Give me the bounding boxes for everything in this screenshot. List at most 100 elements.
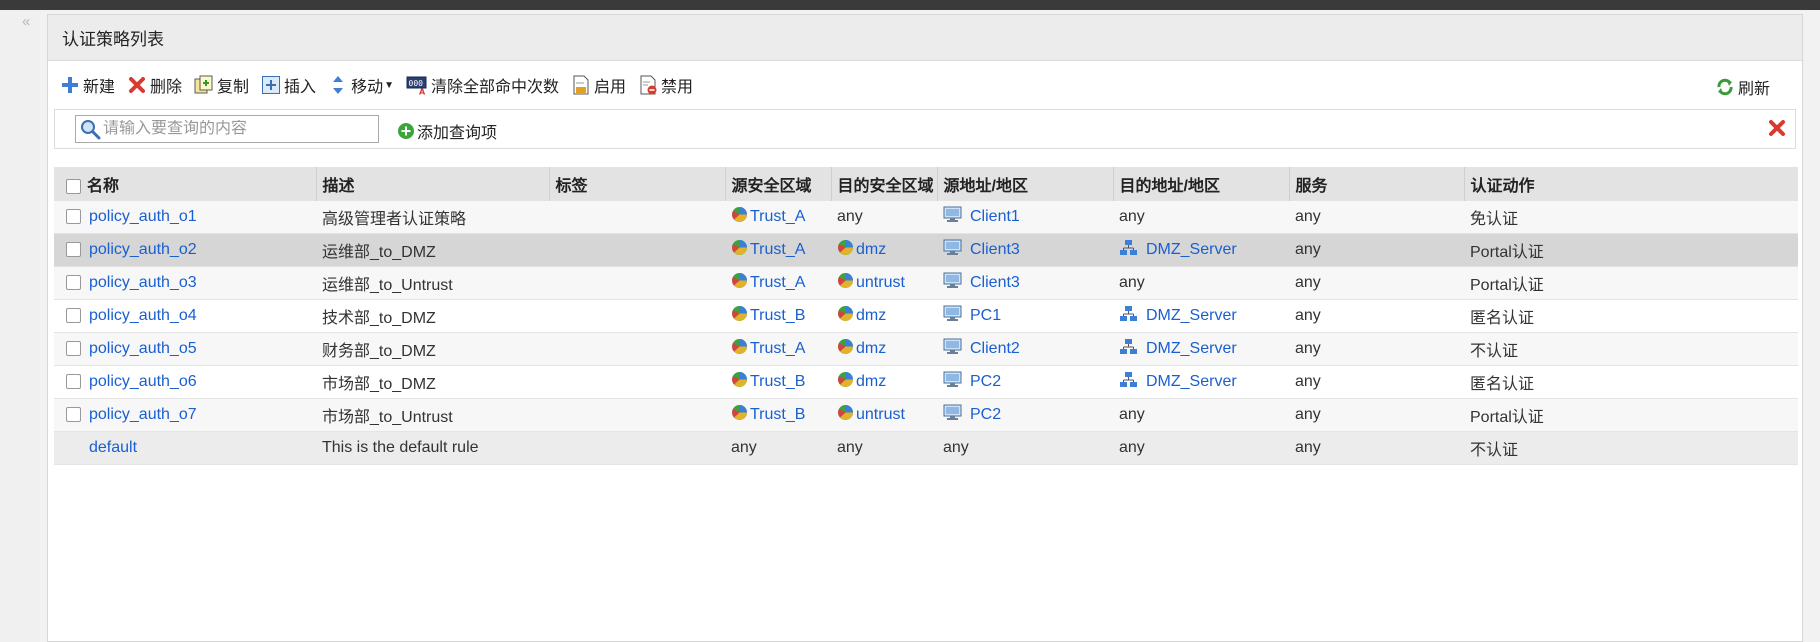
src-addr-link[interactable]: Client2 [970, 340, 1020, 357]
src-zone-link[interactable]: Trust_A [750, 340, 805, 357]
policy-desc: This is the default rule [322, 439, 479, 456]
copy-icon [194, 75, 214, 95]
dst-zone-link[interactable]: dmz [856, 241, 886, 258]
cell-name: policy_auth_o6 [54, 365, 316, 399]
security-zone-icon [837, 305, 854, 327]
disable-button[interactable]: 禁用 [638, 73, 693, 97]
search-input[interactable] [103, 120, 373, 138]
move-updown-icon [328, 75, 348, 95]
table-row[interactable]: policy_auth_o7 市场部_to_Untrust Trust_B untru… [54, 398, 1798, 432]
cell-desc: 高级管理者认证策略 [316, 201, 549, 234]
network-group-icon [1119, 338, 1138, 360]
row-checkbox[interactable] [66, 308, 81, 324]
policy-name-link[interactable]: policy_auth_o4 [89, 307, 197, 324]
policy-name-link[interactable]: policy_auth_o5 [89, 340, 197, 357]
table-row[interactable]: policy_auth_o3 运维部_to_Untrust Trust_A untru… [54, 266, 1798, 300]
collapse-sidebar-icon[interactable]: « [22, 13, 30, 30]
auth-action-text: 不认证 [1470, 343, 1519, 360]
src-zone-link[interactable]: Trust_B [750, 373, 805, 390]
dst-addr-link[interactable]: DMZ_Server [1146, 241, 1237, 258]
column-header-action[interactable]: 认证动作 [1463, 167, 1798, 201]
panel-title: 认证策略列表 [62, 30, 164, 49]
cell-name: policy_auth_o2 [54, 233, 316, 267]
table-header-row: 名称 描述 标签 源安全区域 目的安全区域 源地址/地区 目的地址/地区 服务 … [54, 167, 1798, 201]
column-header-tag[interactable]: 标签 [548, 167, 725, 201]
table-row[interactable]: policy_auth_o4 技术部_to_DMZ Trust_B dmz PC1 DMZ… [54, 299, 1798, 333]
column-header-src-zone[interactable]: 源安全区域 [724, 167, 831, 201]
close-search-icon[interactable] [1767, 118, 1787, 138]
policy-desc: 市场部_to_DMZ [322, 376, 436, 393]
src-addr-link[interactable]: Client1 [970, 208, 1020, 225]
src-zone-link[interactable]: Trust_A [750, 208, 805, 225]
policy-name-link[interactable]: policy_auth_o2 [89, 241, 197, 258]
policy-name-link[interactable]: policy_auth_o1 [89, 208, 197, 225]
cell-action: Portal认证 [1464, 233, 1798, 267]
dst-zone-link[interactable]: dmz [856, 373, 886, 390]
src-addr-link[interactable]: PC2 [970, 373, 1001, 390]
column-header-dst-addr[interactable]: 目的地址/地区 [1112, 167, 1289, 201]
dst-zone-link[interactable]: untrust [856, 406, 905, 423]
dst-zone-link[interactable]: dmz [856, 340, 886, 357]
auth-action-text: 免认证 [1470, 211, 1519, 228]
security-zone-icon [837, 239, 854, 261]
dst-addr-link[interactable]: DMZ_Server [1146, 307, 1237, 324]
cell-src-addr: any [937, 431, 1113, 465]
policy-name-link[interactable]: default [89, 439, 137, 456]
cell-service: any [1289, 431, 1464, 465]
add-query-button[interactable]: 添加查询项 [397, 119, 497, 143]
column-header-src-addr[interactable]: 源地址/地区 [936, 167, 1113, 201]
copy-button[interactable]: 复制 [194, 73, 249, 97]
table-row[interactable]: policy_auth_o1 高级管理者认证策略 Trust_A any Client1… [54, 201, 1798, 234]
move-label: 移动 [351, 79, 384, 96]
cell-dst-zone: untrust [831, 398, 937, 432]
src-zone-link[interactable]: Trust_B [750, 406, 805, 423]
src-addr-link[interactable]: Client3 [970, 241, 1020, 258]
policy-name-link[interactable]: policy_auth_o6 [89, 373, 197, 390]
enable-button[interactable]: 启用 [571, 73, 626, 97]
src-addr-link[interactable]: Client3 [970, 274, 1020, 291]
row-checkbox[interactable] [66, 275, 81, 291]
column-header-desc[interactable]: 描述 [315, 167, 549, 201]
dst-zone-link[interactable]: dmz [856, 307, 886, 324]
dst-addr-link[interactable]: DMZ_Server [1146, 340, 1237, 357]
row-checkbox[interactable] [66, 341, 81, 357]
table-row[interactable]: policy_auth_o6 市场部_to_DMZ Trust_B dmz PC2 DMZ… [54, 365, 1798, 399]
dst-addr-link[interactable]: DMZ_Server [1146, 373, 1237, 390]
src-zone-link[interactable]: Trust_A [750, 241, 805, 258]
policy-name-link[interactable]: policy_auth_o3 [89, 274, 197, 291]
dst-zone-link[interactable]: untrust [856, 274, 905, 291]
dst-zone-text: any [837, 439, 863, 456]
policy-desc: 财务部_to_DMZ [322, 343, 436, 360]
cell-tag [549, 266, 725, 300]
network-group-icon [1119, 371, 1138, 393]
column-header-name[interactable]: 名称 [54, 167, 316, 201]
row-checkbox[interactable] [66, 242, 81, 258]
policy-name-link[interactable]: policy_auth_o7 [89, 406, 197, 423]
row-checkbox[interactable] [66, 407, 81, 423]
table-row[interactable]: policy_auth_o2 运维部_to_DMZ Trust_A dmz Client… [54, 233, 1798, 267]
src-addr-link[interactable]: PC1 [970, 307, 1001, 324]
cell-name: default [54, 431, 316, 465]
insert-button[interactable]: 插入 [261, 73, 316, 97]
src-zone-link[interactable]: Trust_B [750, 307, 805, 324]
add-query-label: 添加查询项 [417, 125, 498, 142]
default-row[interactable]: default This is the default rule any any any… [54, 431, 1798, 465]
new-button[interactable]: 新建 [60, 73, 115, 97]
refresh-button[interactable]: 刷新 [1715, 75, 1770, 99]
row-checkbox[interactable] [66, 209, 81, 225]
column-header-service[interactable]: 服务 [1288, 167, 1464, 201]
service-text: any [1295, 208, 1321, 225]
delete-button[interactable]: 删除 [127, 73, 182, 97]
src-zone-link[interactable]: Trust_A [750, 274, 805, 291]
row-checkbox[interactable] [66, 374, 81, 390]
column-header-dst-zone[interactable]: 目的安全区域 [830, 167, 937, 201]
move-button[interactable]: 移动 ▼ [328, 73, 394, 97]
service-text: any [1295, 307, 1321, 324]
src-addr-link[interactable]: PC2 [970, 406, 1001, 423]
clear-hits-button[interactable]: 000 A 清除全部命中次数 [406, 73, 559, 97]
table-row[interactable]: policy_auth_o5 财务部_to_DMZ Trust_A dmz Client… [54, 332, 1798, 366]
cell-src-zone: Trust_A [725, 233, 831, 267]
cell-src-zone: Trust_B [725, 398, 831, 432]
left-collapse-strip [0, 10, 40, 642]
select-all-checkbox[interactable] [66, 179, 81, 195]
